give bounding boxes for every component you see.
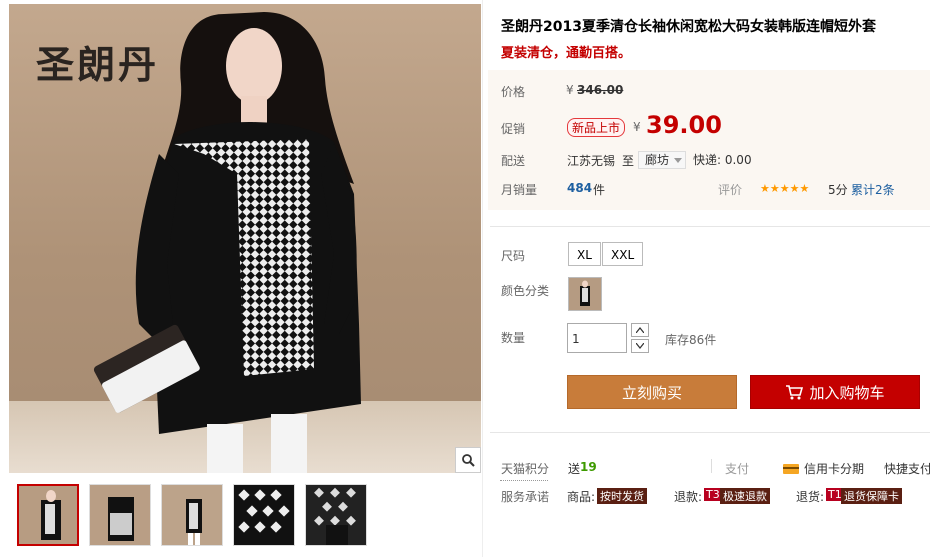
monthly-sales-unit: 件 — [593, 183, 606, 197]
currency-symbol: ¥ — [566, 83, 574, 97]
chevron-down-icon — [674, 158, 683, 163]
quantity-label: 数量 — [501, 331, 526, 345]
thumbnail-2[interactable] — [89, 484, 151, 546]
payment-label: 支付 — [725, 462, 750, 476]
express-fee: 快递: 0.00 — [693, 153, 752, 167]
points-label[interactable]: 天猫积分 — [501, 460, 549, 477]
price-label: 价格 — [501, 85, 526, 99]
destination-select[interactable]: 廊坊 — [638, 151, 687, 169]
size-option-xl[interactable]: XL — [568, 242, 601, 266]
add-to-cart-button[interactable]: 加入购物车 — [750, 375, 920, 409]
thumbnail-4[interactable] — [233, 484, 295, 546]
brand-logo: 圣朗丹 — [36, 43, 160, 87]
size-label: 尺码 — [501, 249, 526, 263]
promise-label: 服务承诺 — [501, 490, 550, 504]
quantity-input[interactable]: 1 — [567, 323, 627, 353]
credit-installment-link[interactable]: 信用卡分期 — [804, 460, 864, 477]
monthly-sales-value: 484 — [567, 181, 593, 195]
promo-tag: 新品上市 — [567, 118, 626, 137]
points-value: 19 — [580, 460, 597, 474]
review-count-link[interactable]: 累计2条 — [851, 181, 895, 198]
product-title: 圣朗丹2013夏季清仓长袖休闲宽松大码女装韩版连帽短外套 — [501, 19, 876, 35]
zoom-button[interactable] — [455, 447, 481, 473]
chevron-down-icon — [636, 343, 644, 349]
ship-to-word: 至 — [622, 154, 635, 168]
return-label: 退货: — [796, 490, 825, 504]
thumbnail-strip — [9, 484, 481, 550]
promo-currency: ¥ — [633, 120, 641, 134]
ship-from: 江苏无锡 — [567, 154, 616, 168]
return-badge[interactable]: 退货保障卡 — [841, 488, 902, 504]
stock-count: 库存86件 — [665, 333, 717, 347]
color-label: 颜色分类 — [501, 284, 550, 298]
points-prefix: 送 — [568, 462, 581, 476]
size-option-xxl[interactable]: XXL — [602, 242, 644, 266]
buy-now-label: 立刻购买 — [621, 383, 682, 402]
main-product-image[interactable]: 圣朗丹 — [9, 4, 481, 473]
section-divider-2 — [490, 432, 930, 433]
thumbnail-3[interactable] — [161, 484, 223, 546]
refund-label: 退款: — [674, 490, 703, 504]
promo-label: 促销 — [501, 122, 526, 136]
section-divider — [490, 226, 930, 227]
buy-now-button[interactable]: 立刻购买 — [567, 375, 737, 409]
chevron-up-icon — [636, 327, 644, 333]
express-pay-link[interactable]: 快捷支付 — [884, 460, 930, 477]
quantity-increase-button[interactable] — [631, 323, 649, 337]
shipping-label: 配送 — [501, 154, 526, 168]
thumbnail-1[interactable] — [17, 484, 79, 546]
cart-icon — [786, 385, 804, 400]
vertical-divider — [482, 0, 483, 557]
credit-card-icon — [783, 461, 799, 475]
quantity-decrease-button[interactable] — [631, 339, 649, 353]
product-subtitle: 夏装清仓，通勤百搭。 — [501, 46, 632, 61]
goods-label: 商品: — [567, 490, 596, 504]
thumbnail-5[interactable] — [305, 484, 367, 546]
points-underline — [500, 480, 548, 481]
rating-stars: ★★★★★ — [760, 182, 810, 195]
color-option-1[interactable] — [568, 277, 602, 311]
refund-badge[interactable]: 极速退款 — [720, 488, 770, 504]
payment-divider — [711, 459, 712, 473]
monthly-sales-label: 月销量 — [501, 183, 538, 197]
magnifier-icon — [462, 454, 475, 467]
goods-badge[interactable]: 按时发货 — [597, 488, 647, 504]
destination-value: 廊坊 — [645, 153, 670, 167]
rating-label: 评价 — [718, 183, 743, 197]
promo-price: 39.00 — [646, 111, 722, 139]
rating-score: 5分 — [828, 183, 848, 197]
original-price: 346.00 — [577, 83, 624, 97]
add-to-cart-label: 加入购物车 — [809, 383, 885, 402]
